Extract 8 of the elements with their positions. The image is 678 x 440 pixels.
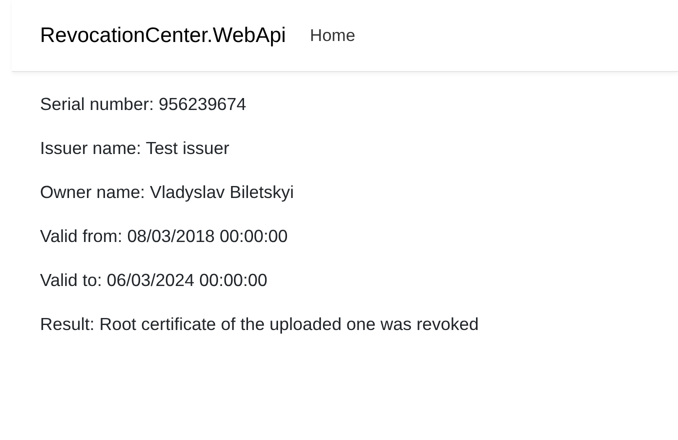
field-text: Result: Root certificate of the uploaded one was revoked — [40, 313, 480, 336]
field-text: Owner name: Vladyslav Biletskyi — [40, 181, 295, 204]
brand-link[interactable]: RevocationCenter.WebApi — [40, 20, 286, 52]
field-text: Valid to: 06/03/2024 00:00:00 — [40, 269, 268, 292]
field-text: Valid from: 08/03/2018 00:00:00 — [40, 225, 289, 248]
field-text: Issuer name: Test issuer — [40, 137, 230, 160]
nav-link[interactable]: Home — [302, 22, 364, 48]
field-text: Serial number: 956239674 — [40, 93, 248, 116]
